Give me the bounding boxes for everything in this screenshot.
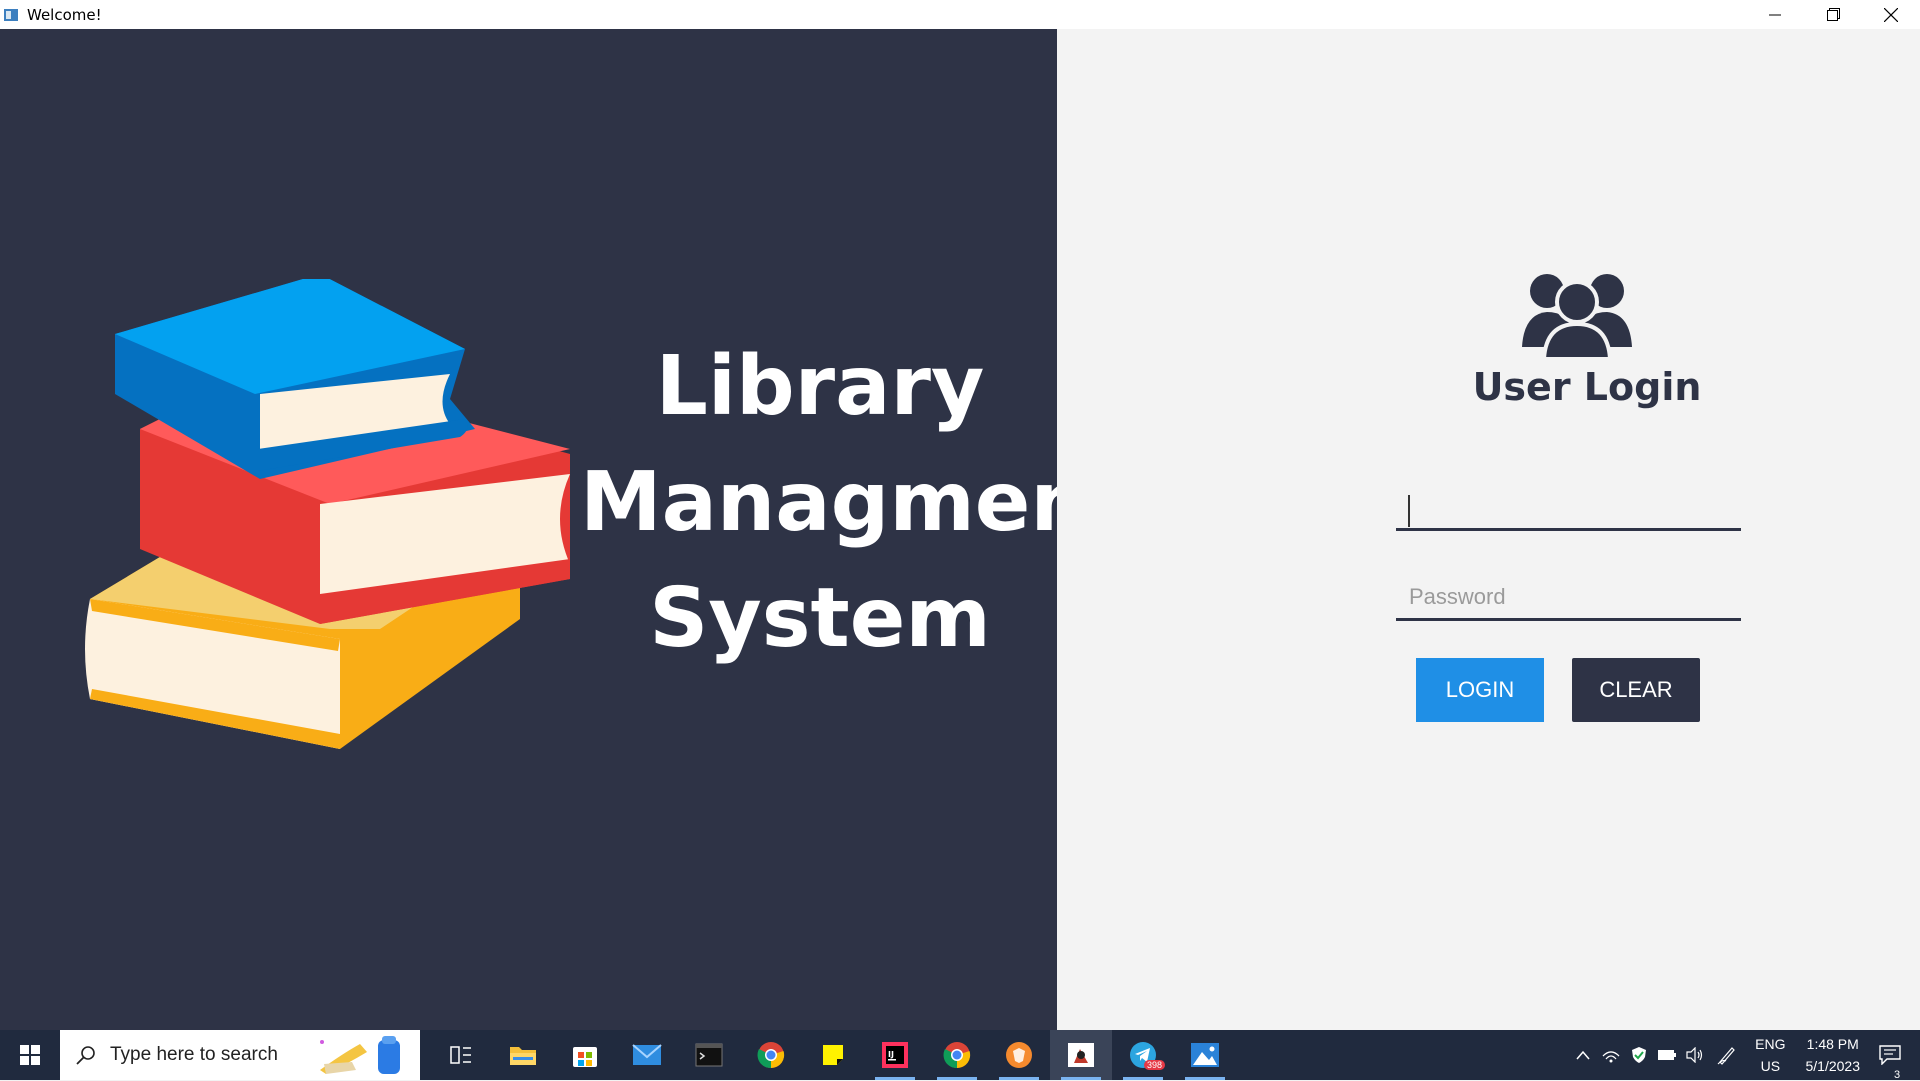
taskbar-brave[interactable]: [988, 1030, 1050, 1080]
photos-icon: [1191, 1043, 1219, 1067]
pen-icon: [1717, 1047, 1735, 1065]
app-icon: [4, 8, 18, 21]
close-icon: [1884, 7, 1898, 22]
notification-count: 3: [1894, 1069, 1901, 1081]
taskbar-photos[interactable]: [1174, 1030, 1236, 1080]
sticky-notes-icon: [823, 1045, 843, 1065]
text-cursor: [1408, 495, 1410, 527]
chrome-icon: [757, 1042, 785, 1069]
password-input[interactable]: [1396, 575, 1741, 621]
file-explorer-icon: [510, 1047, 536, 1065]
app-title-line-2: Managment: [580, 455, 1128, 550]
search-highlight-icon: [320, 1036, 400, 1074]
telegram-badge: 398: [1144, 1060, 1166, 1070]
start-button[interactable]: [0, 1030, 60, 1080]
language-line-1: ENG: [1755, 1036, 1786, 1052]
notification-center-button[interactable]: 3: [1860, 1045, 1920, 1081]
show-hidden-icons-button[interactable]: [1569, 1050, 1597, 1060]
minimize-button[interactable]: [1746, 0, 1804, 29]
taskbar-search-box[interactable]: Type here to search: [60, 1030, 420, 1080]
close-button[interactable]: [1862, 0, 1920, 29]
windows-icon: [20, 1045, 40, 1065]
wifi-icon: [1602, 1051, 1620, 1063]
app-title-line-1: Library: [655, 339, 985, 434]
speaker-icon: [1686, 1047, 1703, 1063]
terminal-icon: [695, 1043, 723, 1067]
taskbar: Type here to search IJ 398 ENG US 1:48 P…: [0, 1030, 1920, 1081]
users-icon: [1522, 274, 1632, 359]
security-button[interactable]: [1625, 1046, 1653, 1064]
battery-button[interactable]: [1653, 1049, 1681, 1061]
window-title: Welcome!: [27, 5, 102, 24]
clock-time: 1:48 PM: [1806, 1036, 1859, 1052]
login-panel: User Login LOGIN CLEAR: [1057, 29, 1920, 1030]
taskbar-microsoft-store[interactable]: [554, 1030, 616, 1080]
java-app-icon: [1068, 1043, 1094, 1067]
clear-button[interactable]: CLEAR: [1572, 658, 1700, 722]
username-input[interactable]: [1396, 485, 1741, 531]
taskbar-clock[interactable]: 1:48 PM 5/1/2023: [1806, 1033, 1861, 1077]
taskbar-chrome-2[interactable]: [926, 1030, 988, 1080]
taskbar-terminal[interactable]: [678, 1030, 740, 1080]
search-icon: [76, 1046, 95, 1065]
system-tray: ENG US 1:48 PM 5/1/2023 3: [1569, 1030, 1920, 1081]
brave-icon: [1006, 1042, 1032, 1068]
taskbar-chrome[interactable]: [740, 1030, 802, 1080]
minimize-icon: [1769, 14, 1781, 15]
microsoft-store-icon: [573, 1047, 597, 1067]
battery-icon: [1658, 1050, 1677, 1060]
taskbar-sticky-notes[interactable]: [802, 1030, 864, 1080]
task-view-icon: [450, 1046, 471, 1064]
taskbar-mail[interactable]: [616, 1030, 678, 1080]
network-button[interactable]: [1597, 1047, 1625, 1063]
restore-button[interactable]: [1804, 0, 1862, 29]
chrome-icon: [943, 1042, 971, 1069]
notification-icon: [1879, 1045, 1901, 1065]
login-button[interactable]: LOGIN: [1416, 658, 1544, 722]
taskbar-intellij[interactable]: IJ: [864, 1030, 926, 1080]
volume-button[interactable]: [1681, 1047, 1709, 1063]
app-title-line-3: System: [649, 571, 991, 666]
svg-text:IJ: IJ: [888, 1050, 894, 1059]
taskbar-file-explorer[interactable]: [492, 1030, 554, 1080]
app-title: Library Managment System: [580, 329, 1128, 677]
search-placeholder: Type here to search: [110, 1044, 278, 1065]
task-view-button[interactable]: [430, 1030, 492, 1080]
language-line-2: US: [1760, 1058, 1781, 1074]
login-title: User Login: [1472, 365, 1702, 409]
window-titlebar: Welcome!: [0, 0, 1920, 29]
chevron-up-icon: [1576, 1050, 1590, 1060]
shield-icon: [1632, 1047, 1647, 1063]
clock-date: 5/1/2023: [1805, 1058, 1861, 1074]
language-indicator[interactable]: ENG US: [1755, 1033, 1785, 1077]
books-illustration: [85, 279, 570, 749]
taskbar-java-app[interactable]: [1050, 1030, 1112, 1080]
intellij-icon: IJ: [882, 1042, 908, 1068]
welcome-panel: Library Managment System: [0, 29, 1128, 1030]
mail-icon: [632, 1044, 662, 1065]
restore-icon: [1826, 8, 1840, 21]
taskbar-telegram[interactable]: 398: [1112, 1030, 1174, 1080]
pen-button[interactable]: [1709, 1045, 1745, 1065]
